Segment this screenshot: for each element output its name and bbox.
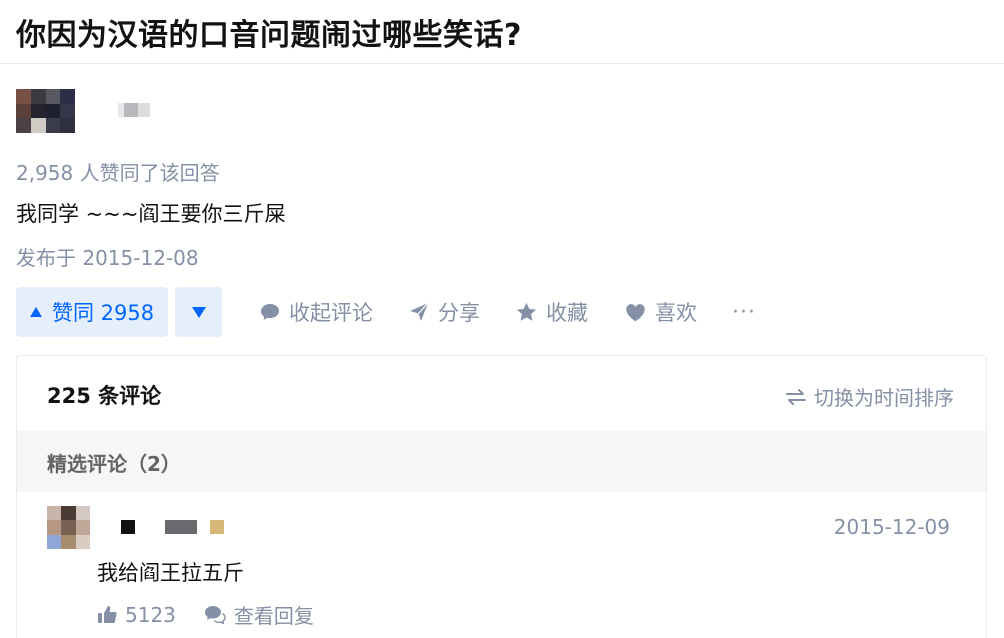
thumbs-up-icon: [98, 606, 117, 623]
comment-item: 2015-12-09 我给阎王拉五斤 5123 查看回复: [17, 492, 986, 638]
comments-header: 225 条评论 切换为时间排序: [17, 356, 986, 431]
author-name-redacted[interactable]: [118, 103, 150, 117]
share-label: 分享: [438, 301, 480, 325]
paper-plane-icon: [410, 302, 429, 321]
vote-down-button[interactable]: [175, 287, 222, 337]
heart-icon: [626, 303, 645, 321]
answer-action-bar: 赞同 2958 收起评论 分享 收藏 喜欢 ···: [16, 287, 776, 337]
comment-bubble-icon: [261, 304, 279, 320]
share-button[interactable]: 分享: [409, 287, 480, 337]
view-replies-button[interactable]: 查看回复: [204, 600, 314, 629]
question-title[interactable]: 你因为汉语的口音问题闹过哪些笑话?: [16, 10, 522, 54]
comment-like-count: 5123: [125, 602, 176, 627]
vote-summary[interactable]: 2,958 人赞同了该回答: [16, 157, 220, 186]
star-icon: [516, 302, 537, 321]
like-button[interactable]: 喜欢: [625, 287, 697, 337]
vote-up-button[interactable]: 赞同 2958: [16, 287, 168, 337]
publish-time[interactable]: 发布于 2015-12-08: [16, 242, 199, 271]
commenter-name-redacted[interactable]: [105, 520, 224, 534]
triangle-down-icon: [191, 306, 206, 318]
answer-content: 我同学 ~~~阎王要你三斤屎: [16, 202, 286, 226]
more-options-button[interactable]: ···: [732, 287, 756, 337]
author-avatar[interactable]: [16, 89, 75, 133]
comment-actions: 5123 查看回复: [97, 600, 314, 629]
featured-comments-label: 精选评论（2）: [47, 452, 181, 476]
sort-toggle-label: 切换为时间排序: [814, 386, 954, 410]
swap-arrows-icon: [786, 388, 806, 405]
sort-by-time-button[interactable]: 切换为时间排序: [786, 382, 954, 411]
favorite-label: 收藏: [546, 301, 588, 325]
collapse-comments-label: 收起评论: [289, 301, 373, 325]
favorite-button[interactable]: 收藏: [516, 287, 588, 337]
more-dots-icon: ···: [732, 299, 756, 325]
triangle-up-icon: [30, 307, 42, 317]
collapse-comments-button[interactable]: 收起评论: [260, 287, 373, 337]
comment-time: 2015-12-09: [833, 515, 950, 539]
comments-count: 225 条评论: [47, 384, 162, 408]
comments-panel: 225 条评论 切换为时间排序 精选评论（2） 2015-12-09 我给阎王拉…: [16, 355, 987, 638]
vote-up-label: 赞同 2958: [52, 301, 155, 325]
commenter-avatar[interactable]: [47, 506, 90, 549]
chat-bubbles-icon: [204, 606, 226, 624]
view-replies-label: 查看回复: [233, 604, 314, 628]
like-label: 喜欢: [655, 301, 697, 325]
question-header: 你因为汉语的口音问题闹过哪些笑话?: [0, 0, 1004, 64]
comment-text: 我给阎王拉五斤: [97, 561, 244, 585]
featured-comments-bar: 精选评论（2）: [17, 431, 986, 492]
comment-like-button[interactable]: 5123: [97, 603, 176, 627]
